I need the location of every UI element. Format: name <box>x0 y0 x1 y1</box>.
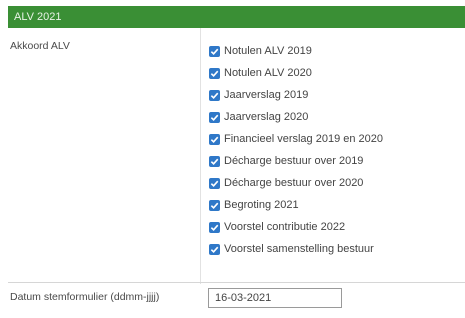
checkbox-checked[interactable] <box>209 111 220 123</box>
agenda-item-label: Notulen ALV 2019 <box>224 45 312 57</box>
check-icon <box>210 114 219 121</box>
agenda-item[interactable]: Décharge bestuur over 2019 <box>209 150 363 172</box>
checkbox-checked[interactable] <box>209 177 220 189</box>
section-header: ALV 2021 <box>8 6 465 28</box>
agenda-item[interactable]: Jaarverslag 2020 <box>209 106 308 128</box>
date-input[interactable] <box>208 288 342 308</box>
agenda-item[interactable]: Financieel verslag 2019 en 2020 <box>209 128 383 150</box>
agenda-item[interactable]: Décharge bestuur over 2020 <box>209 172 363 194</box>
agenda-item-label: Financieel verslag 2019 en 2020 <box>224 133 384 145</box>
agenda-item-label: Décharge bestuur over 2020 <box>224 177 364 189</box>
row-divider <box>8 282 465 283</box>
checkbox-checked[interactable] <box>209 221 220 233</box>
check-icon <box>210 48 219 55</box>
agenda-label: Akkoord ALV <box>10 40 70 52</box>
agenda-item-label: Jaarverslag 2020 <box>224 111 309 123</box>
agenda-item[interactable]: Voorstel contributie 2022 <box>209 216 345 238</box>
agenda-item-label: Voorstel samenstelling bestuur <box>224 243 374 255</box>
checkbox-checked[interactable] <box>209 133 220 145</box>
checkbox-checked[interactable] <box>209 155 220 167</box>
checkbox-checked[interactable] <box>209 243 220 255</box>
check-icon <box>210 158 219 165</box>
agenda-item[interactable]: Notulen ALV 2020 <box>209 62 312 84</box>
date-field-label: Datum stemformulier (ddmm-jjjj) <box>10 291 160 303</box>
check-icon <box>210 180 219 187</box>
checkbox-checked[interactable] <box>209 45 220 57</box>
check-icon <box>210 224 219 231</box>
check-icon <box>210 246 219 253</box>
check-icon <box>210 136 219 143</box>
agenda-item-label: Notulen ALV 2020 <box>224 67 312 79</box>
checkbox-checked[interactable] <box>209 89 220 101</box>
agenda-item-label: Jaarverslag 2019 <box>224 89 309 101</box>
check-icon <box>210 70 219 77</box>
agenda-item-label: Voorstel contributie 2022 <box>224 221 346 233</box>
agenda-item[interactable]: Notulen ALV 2019 <box>209 40 312 62</box>
form-panel: ALV 2021 Akkoord ALV Notulen ALV 2019 No… <box>0 0 465 318</box>
checkbox-checked[interactable] <box>209 67 220 79</box>
agenda-item[interactable]: Begroting 2021 <box>209 194 299 216</box>
check-icon <box>210 92 219 99</box>
column-divider <box>200 28 201 284</box>
checkbox-checked[interactable] <box>209 199 220 211</box>
agenda-item-label: Décharge bestuur over 2019 <box>224 155 364 167</box>
agenda-item[interactable]: Voorstel samenstelling bestuur <box>209 238 374 260</box>
agenda-item[interactable]: Jaarverslag 2019 <box>209 84 308 106</box>
check-icon <box>210 202 219 209</box>
agenda-item-label: Begroting 2021 <box>224 199 299 211</box>
